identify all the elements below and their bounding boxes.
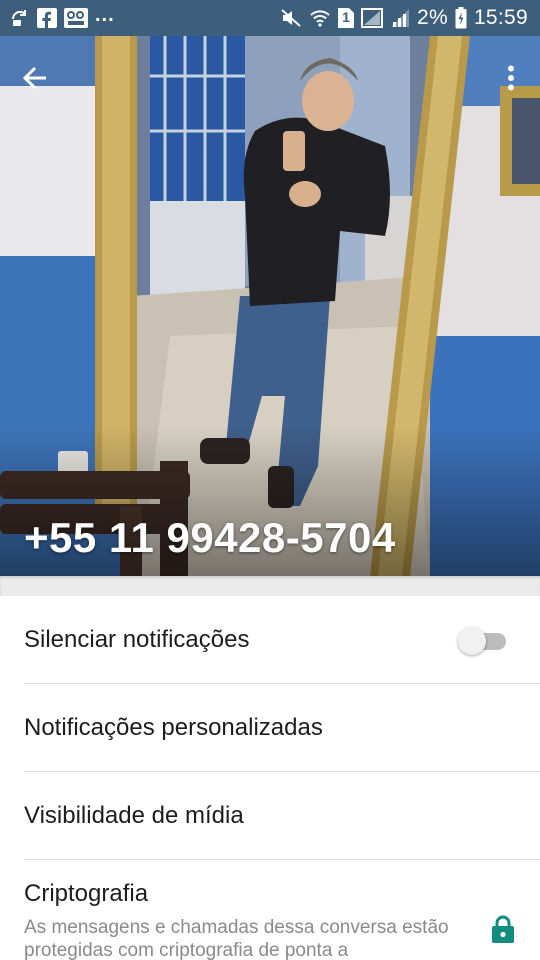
chat-settings-list: Silenciar notificações Notificações pers… (0, 596, 540, 960)
encryption-description: As mensagens e chamadas dessa conversa e… (24, 917, 449, 960)
status-left-group: ... (10, 0, 115, 36)
custom-notifications-row[interactable]: Notificações personalizadas (0, 684, 540, 772)
more-options-button[interactable] (496, 56, 526, 100)
mute-icon (280, 8, 302, 28)
status-bar: ... 1 2% 15:59 (0, 0, 540, 36)
mute-toggle[interactable] (458, 626, 508, 656)
more-vertical-icon (508, 65, 514, 91)
mute-notifications-label: Silenciar notificações (24, 626, 250, 653)
status-right-group: 1 2% 15:59 (280, 0, 528, 36)
no-signal-icon (360, 8, 383, 28)
section-separator (0, 576, 540, 596)
toggle-thumb (458, 627, 486, 655)
sim-label: 1 (342, 9, 350, 25)
contact-name: +55 11 99428-5704 (24, 514, 396, 561)
battery-icon (455, 7, 467, 29)
profile-photo-header[interactable]: +55 11 99428-5704 (0, 36, 540, 576)
media-visibility-row[interactable]: Visibilidade de mídia (0, 772, 540, 860)
sync-icon (10, 8, 30, 28)
sim1-icon: 1 (337, 8, 354, 28)
back-button[interactable] (12, 56, 58, 100)
wifi-icon (309, 8, 331, 28)
mute-notifications-row[interactable]: Silenciar notificações (0, 596, 540, 684)
custom-notifications-label: Notificações personalizadas (24, 714, 323, 741)
arrow-left-icon (22, 66, 46, 90)
encryption-label: Criptografia (24, 880, 149, 907)
contact-info-screen: ... 1 2% 15:59 +55 11 99428-5704 Silenci… (0, 0, 540, 960)
facebook-icon (37, 8, 57, 28)
notification-overflow: ... (95, 3, 115, 26)
lock-icon (492, 915, 514, 943)
cartoon-icon (64, 8, 88, 28)
media-visibility-label: Visibilidade de mídia (24, 802, 244, 829)
signal-icon (390, 8, 410, 28)
clock: 15:59 (473, 6, 528, 29)
encryption-row[interactable]: Criptografia As mensagens e chamadas des… (0, 860, 540, 960)
battery-percent: 2% (416, 6, 448, 29)
